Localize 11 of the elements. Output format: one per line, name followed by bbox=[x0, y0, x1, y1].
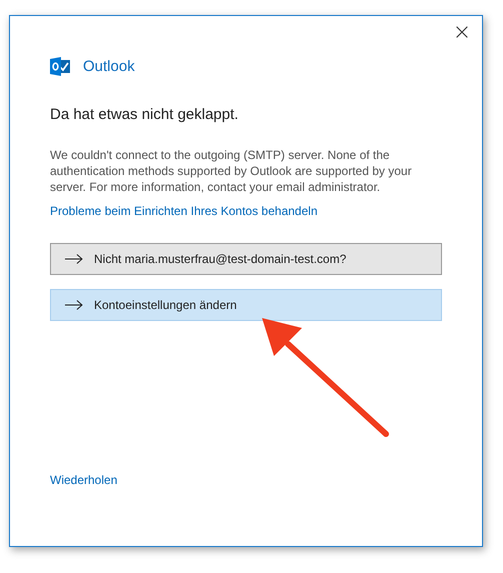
help-link[interactable]: Probleme beim Einrichten Ihres Kontos behandeln bbox=[50, 204, 318, 218]
error-heading: Da hat etwas nicht geklappt. bbox=[50, 106, 240, 123]
app-name: Outlook bbox=[83, 58, 135, 75]
outlook-logo-icon bbox=[50, 56, 71, 77]
option-button[interactable]: Nicht maria.musterfrau@test-domain-test.com? bbox=[50, 243, 442, 275]
close-button[interactable]: × bbox=[451, 22, 473, 44]
arrow-icon bbox=[65, 254, 83, 264]
arrow-icon bbox=[65, 300, 83, 310]
error-message: We couldn't connect to the outgoing (SMTP) server. None of the authentication methods supported by Outlook are supported by your server. For more information, contact your email administrator. bbox=[50, 147, 413, 195]
option-button[interactable]: Kontoeinstellungen ändern bbox=[50, 289, 442, 321]
retry-link[interactable]: Wiederholen bbox=[50, 473, 118, 487]
